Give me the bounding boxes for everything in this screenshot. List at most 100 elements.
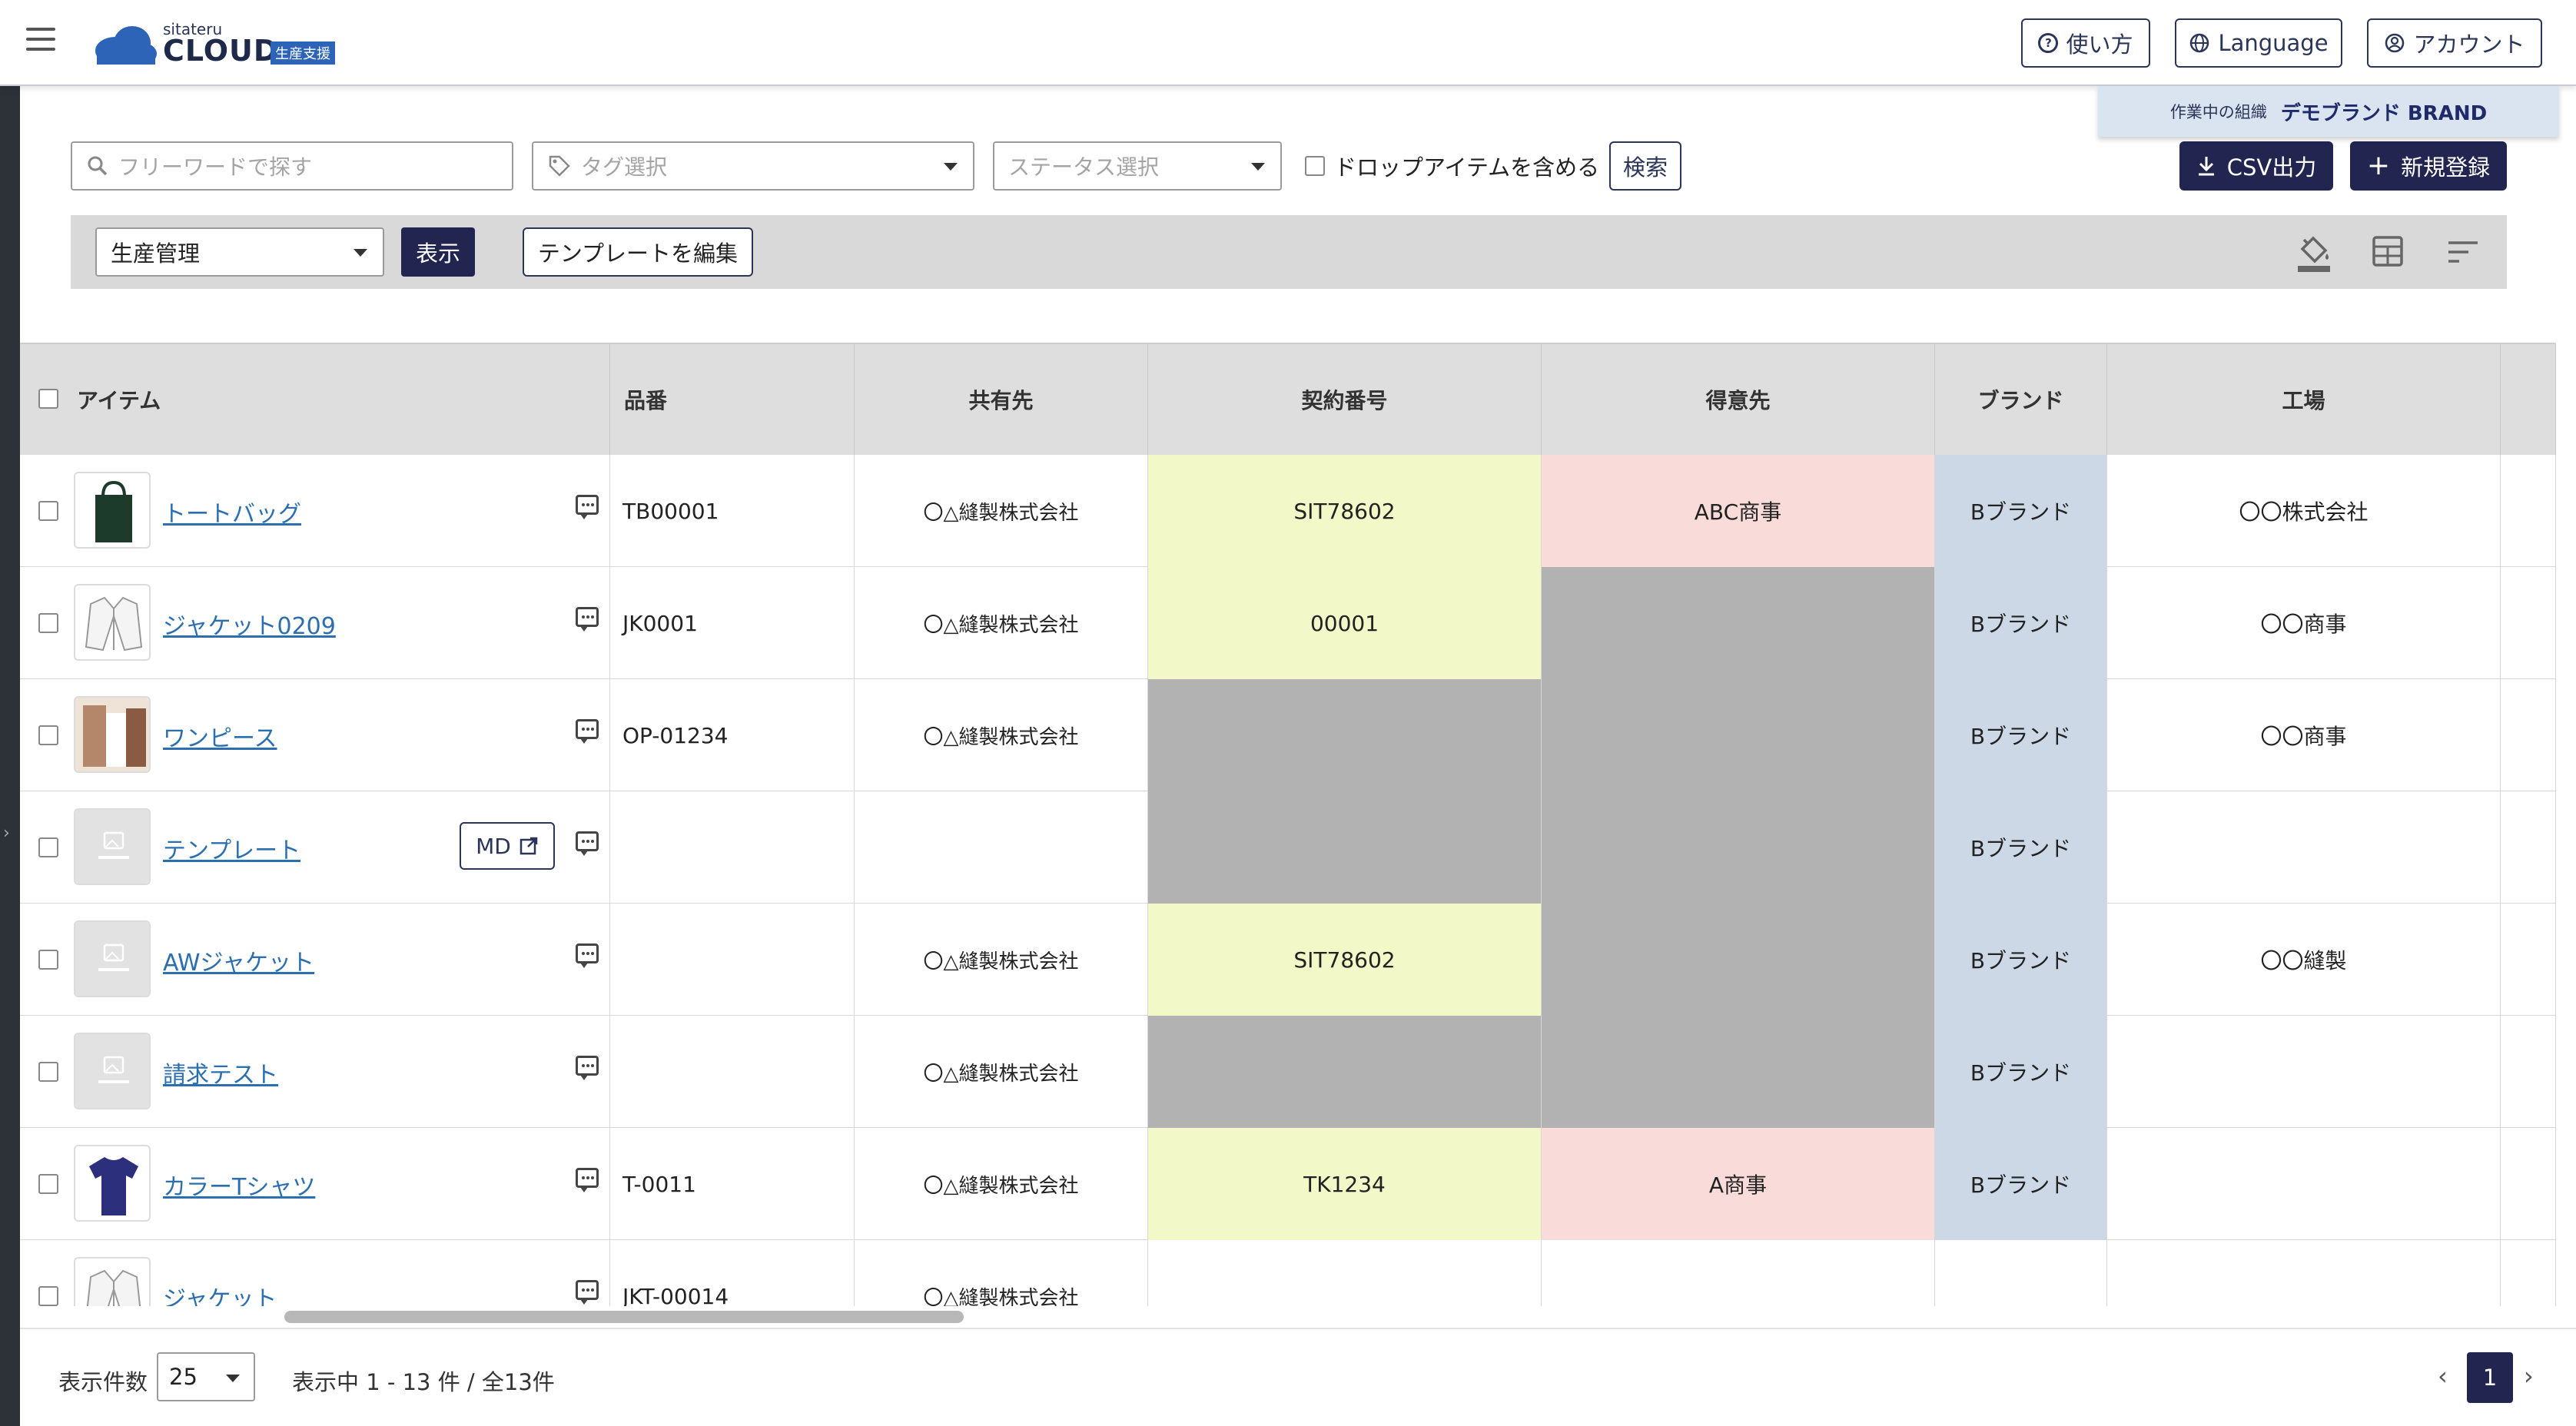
item-name-link[interactable]: トートバッグ bbox=[163, 495, 301, 529]
item-name-link[interactable]: ジャケット bbox=[163, 1280, 277, 1306]
globe-icon bbox=[2190, 33, 2209, 53]
comment-icon[interactable] bbox=[576, 831, 599, 856]
comment-icon[interactable] bbox=[576, 607, 599, 632]
edit-template-button[interactable]: テンプレートを編集 bbox=[523, 227, 753, 277]
table-row[interactable]: ジャケット JKT-00014 〇△縫製株式会社 bbox=[20, 1240, 2556, 1306]
item-thumbnail[interactable] bbox=[74, 696, 151, 773]
keyword-search-placeholder: フリーワードで探す bbox=[118, 154, 313, 180]
comment-icon[interactable] bbox=[576, 719, 599, 744]
column-header-item-label: アイテム bbox=[77, 388, 161, 413]
horizontal-scrollbar[interactable] bbox=[284, 1311, 964, 1323]
new-item-label: 新規登録 bbox=[2401, 154, 2491, 181]
item-name-link[interactable]: テンプレート bbox=[163, 831, 300, 865]
column-header-brand[interactable]: ブランド bbox=[1935, 344, 2107, 455]
contract-number-cell: TK1234 bbox=[1148, 1128, 1542, 1240]
extra-cell bbox=[2501, 904, 2556, 1016]
search-button[interactable]: 検索 bbox=[1609, 141, 1681, 191]
table-row[interactable]: カラーTシャツ T-0011 〇△縫製株式会社 TK1234 A商事 Bブランド bbox=[20, 1128, 2556, 1240]
table-row[interactable]: ジャケット0209 JK0001 〇△縫製株式会社 00001 Bブランド 〇〇商事 bbox=[20, 567, 2556, 679]
drop-items-label: ドロップアイテムを含める bbox=[1334, 154, 1600, 181]
per-page-value: 25 bbox=[169, 1364, 198, 1390]
column-header-contract[interactable]: 契約番号 bbox=[1148, 344, 1542, 455]
item-name-link[interactable]: 請求テスト bbox=[163, 1056, 278, 1089]
keyword-search-field[interactable]: フリーワードで探す bbox=[71, 141, 513, 191]
new-item-button[interactable]: + 新規登録 bbox=[2350, 141, 2507, 191]
tag-select[interactable]: タグ選択 bbox=[532, 141, 974, 191]
row-checkbox[interactable] bbox=[38, 950, 58, 970]
table-row[interactable]: AWジャケット 〇△縫製株式会社 SIT78602 Bブランド 〇〇縫製 bbox=[20, 904, 2556, 1016]
template-select-value: 生産管理 bbox=[111, 240, 201, 267]
shared-with-cell: 〇△縫製株式会社 bbox=[855, 1128, 1148, 1240]
column-header-shared[interactable]: 共有先 bbox=[855, 344, 1148, 455]
chevron-left-icon[interactable]: ‹ bbox=[2438, 1361, 2448, 1391]
sort-icon[interactable] bbox=[2447, 240, 2479, 264]
brand-cell: Bブランド bbox=[1935, 904, 2107, 1016]
comment-icon[interactable] bbox=[576, 495, 599, 519]
customer-cell bbox=[1542, 679, 1935, 791]
table-row[interactable]: 請求テスト 〇△縫製株式会社 Bブランド bbox=[20, 1016, 2556, 1128]
item-name-link[interactable]: カラーTシャツ bbox=[163, 1168, 315, 1202]
item-thumbnail[interactable] bbox=[74, 1033, 151, 1109]
column-header-item[interactable]: アイテム bbox=[20, 344, 610, 455]
item-thumbnail[interactable] bbox=[74, 584, 151, 661]
comment-icon[interactable] bbox=[576, 1280, 599, 1305]
row-checkbox[interactable] bbox=[38, 501, 58, 521]
template-select[interactable]: 生産管理 bbox=[95, 227, 384, 277]
row-checkbox[interactable] bbox=[38, 725, 58, 745]
csv-export-button[interactable]: CSV出力 bbox=[2179, 141, 2333, 191]
table-layout-icon[interactable] bbox=[2372, 235, 2404, 267]
row-checkbox[interactable] bbox=[38, 1062, 58, 1082]
drop-items-checkbox[interactable] bbox=[1305, 156, 1325, 176]
table-row[interactable]: トートバッグ TB00001 〇△縫製株式会社 SIT78602 ABC商事 Bブランド〇… bbox=[20, 455, 2556, 567]
organization-indicator[interactable]: 作業中の組織 デモブランド BRAND bbox=[2098, 86, 2559, 137]
comment-icon[interactable] bbox=[576, 943, 599, 968]
item-thumbnail[interactable] bbox=[74, 808, 151, 885]
chevron-down-icon bbox=[944, 163, 958, 171]
side-drawer-rail[interactable]: › bbox=[0, 86, 20, 1426]
brand-cell: Bブランド bbox=[1935, 455, 2107, 567]
language-button[interactable]: Language bbox=[2175, 18, 2342, 68]
table-row[interactable]: テンプレート MD Bブランド bbox=[20, 791, 2556, 904]
show-template-button[interactable]: 表示 bbox=[401, 227, 475, 277]
comment-icon[interactable] bbox=[576, 1056, 599, 1080]
column-header-customer[interactable]: 得意先 bbox=[1542, 344, 1935, 455]
row-checkbox[interactable] bbox=[38, 613, 58, 633]
item-thumbnail[interactable] bbox=[74, 472, 151, 549]
help-button[interactable]: ? 使い方 bbox=[2021, 18, 2150, 68]
logo[interactable]: sitateru CLOUD 生産支援 bbox=[92, 20, 354, 68]
column-header-factory[interactable]: 工場 bbox=[2107, 344, 2501, 455]
item-thumbnail[interactable] bbox=[74, 1257, 151, 1306]
item-thumbnail[interactable] bbox=[74, 920, 151, 997]
paint-bucket-icon[interactable] bbox=[2295, 234, 2333, 274]
row-checkbox[interactable] bbox=[38, 1174, 58, 1194]
chevron-right-icon[interactable]: › bbox=[2524, 1361, 2534, 1391]
factory-cell: 〇〇商事 bbox=[2107, 567, 2501, 679]
search-icon bbox=[88, 156, 108, 176]
row-checkbox[interactable] bbox=[38, 837, 58, 857]
contract-number-cell: SIT78602 bbox=[1148, 904, 1542, 1016]
extra-cell bbox=[2501, 791, 2556, 904]
md-link-button[interactable]: MD bbox=[460, 822, 555, 870]
item-code-cell bbox=[610, 904, 855, 1016]
page-button-current[interactable]: 1 bbox=[2467, 1352, 2513, 1403]
organization-name: デモブランド BRAND bbox=[2280, 101, 2488, 125]
row-checkbox[interactable] bbox=[38, 1286, 58, 1306]
per-page-select[interactable]: 25 bbox=[157, 1352, 255, 1401]
comment-icon[interactable] bbox=[576, 1168, 599, 1192]
item-name-link[interactable]: ワンピース bbox=[163, 719, 277, 753]
table-row[interactable]: ワンピース OP-01234 〇△縫製株式会社 Bブランド 〇〇商事 bbox=[20, 679, 2556, 791]
item-thumbnail[interactable] bbox=[74, 1145, 151, 1222]
item-name-link[interactable]: AWジャケット bbox=[163, 943, 314, 977]
menu-icon[interactable] bbox=[26, 28, 55, 51]
item-name-link[interactable]: ジャケット0209 bbox=[163, 607, 336, 641]
chevron-down-icon bbox=[226, 1375, 240, 1382]
status-select[interactable]: ステータス選択 bbox=[993, 141, 1282, 191]
column-header-code[interactable]: 品番 bbox=[610, 344, 855, 455]
drop-items-option[interactable]: ドロップアイテムを含める bbox=[1305, 141, 1599, 191]
select-all-checkbox[interactable] bbox=[38, 389, 58, 409]
contract-number-cell: 00001 bbox=[1148, 567, 1542, 679]
account-button[interactable]: アカウント bbox=[2367, 18, 2542, 68]
extra-cell bbox=[2501, 1240, 2556, 1306]
factory-cell bbox=[2107, 1128, 2501, 1240]
chevron-right-icon[interactable]: › bbox=[3, 824, 10, 843]
